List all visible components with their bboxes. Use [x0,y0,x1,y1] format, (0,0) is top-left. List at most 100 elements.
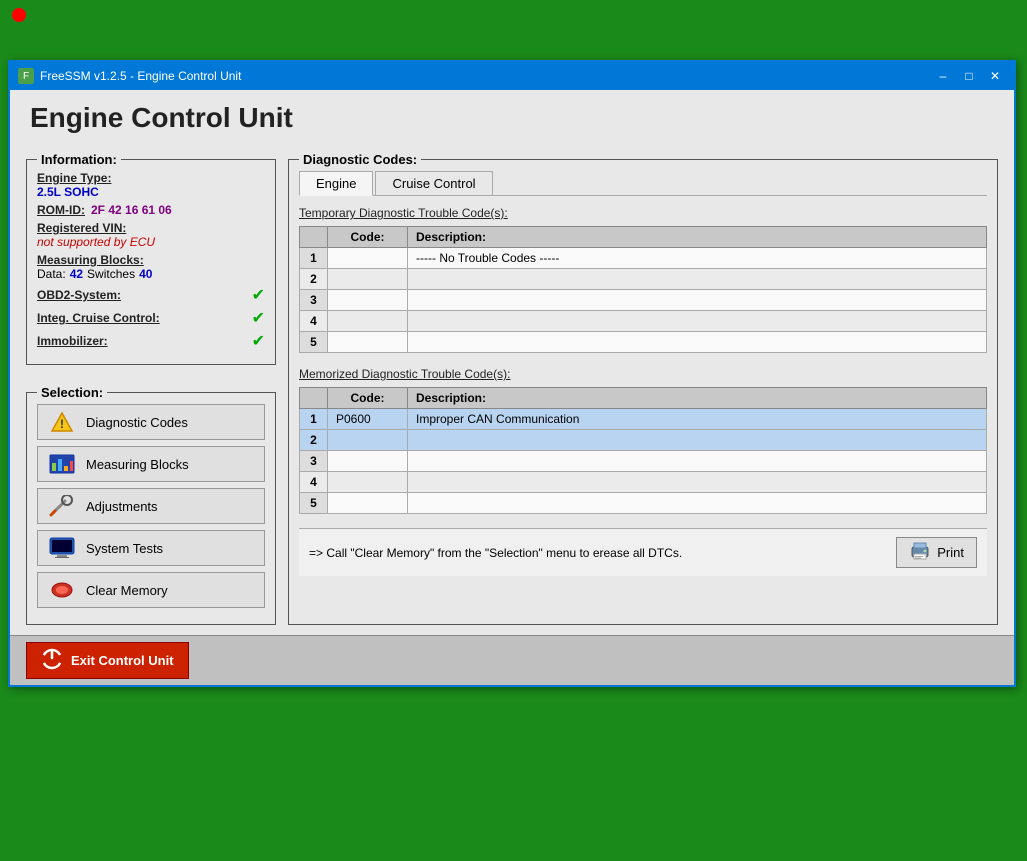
row-num: 4 [300,311,328,332]
title-bar: F FreeSSM v1.2.5 - Engine Control Unit –… [10,62,1014,90]
memorized-label: Memorized Diagnostic Trouble Code(s): [299,367,987,381]
row-num: 2 [300,430,328,451]
main-content: Information: Engine Type: 2.5L SOHC ROM-… [10,142,1014,635]
row-description [408,290,987,311]
measuring-blocks-label: Measuring Blocks: [37,253,265,267]
print-label: Print [937,545,964,560]
row-num: 1 [300,409,328,430]
row-num: 3 [300,451,328,472]
left-panel: Information: Engine Type: 2.5L SOHC ROM-… [26,152,276,625]
temp-col-row [300,227,328,248]
engine-type-label: Engine Type: [37,171,265,185]
obd2-check-icon: ✔ [252,285,265,305]
engine-type-row: Engine Type: 2.5L SOHC [37,171,265,199]
row-code [328,290,408,311]
title-bar-left: F FreeSSM v1.2.5 - Engine Control Unit [18,68,241,84]
window-title: FreeSSM v1.2.5 - Engine Control Unit [40,69,241,83]
temp-col-description: Description: [408,227,987,248]
eraser-icon [48,579,76,601]
table-row: 2 [300,269,987,290]
information-box: Information: Engine Type: 2.5L SOHC ROM-… [26,152,276,365]
temp-col-code: Code: [328,227,408,248]
clear-memory-button[interactable]: Clear Memory [37,572,265,608]
registered-vin-row: Registered VIN: not supported by ECU [37,221,265,249]
row-code [328,493,408,514]
adjustments-label: Adjustments [86,499,158,514]
row-code [328,430,408,451]
immobilizer-check-icon: ✔ [252,331,265,351]
immobilizer-label: Immobilizer: [37,334,108,348]
row-description [408,493,987,514]
information-legend: Information: [37,152,121,167]
page-title: Engine Control Unit [10,90,1014,142]
selection-legend: Selection: [37,385,107,400]
warning-icon: ! [48,411,76,433]
table-row: 3 [300,290,987,311]
status-bar: => Call "Clear Memory" from the "Selecti… [299,528,987,576]
row-code [328,248,408,269]
immobilizer-row: Immobilizer: ✔ [37,331,265,351]
mem-col-code: Code: [328,388,408,409]
table-row: 5 [300,493,987,514]
measuring-data-label: Data: [37,267,66,281]
title-bar-controls: – □ ✕ [932,67,1006,85]
mem-col-description: Description: [408,388,987,409]
svg-text:!: ! [60,417,64,431]
adjustments-button[interactable]: Adjustments [37,488,265,524]
rom-id-row: ROM-ID: 2F 42 16 61 06 [37,203,265,217]
measuring-switches-value: 40 [139,267,152,281]
engine-type-value: 2.5L SOHC [37,185,265,199]
main-window: F FreeSSM v1.2.5 - Engine Control Unit –… [8,60,1016,687]
diagnostic-tabs: Engine Cruise Control [299,171,987,196]
printer-icon [909,542,931,563]
minimize-button[interactable]: – [932,67,954,85]
tab-engine[interactable]: Engine [299,171,373,196]
print-button[interactable]: Print [896,537,977,568]
table-row: 1 ----- No Trouble Codes ----- [300,248,987,269]
power-icon [41,648,63,673]
registered-vin-label: Registered VIN: [37,221,265,235]
row-description: Improper CAN Communication [408,409,987,430]
measuring-blocks-button[interactable]: Measuring Blocks [37,446,265,482]
obd2-label: OBD2-System: [37,288,121,302]
cruise-check-icon: ✔ [252,308,265,328]
row-description: ----- No Trouble Codes ----- [408,248,987,269]
measuring-data-row: Data: 42 Switches 40 [37,267,265,281]
row-description [408,269,987,290]
diagnostic-codes-button[interactable]: ! Diagnostic Codes [37,404,265,440]
system-tests-label: System Tests [86,541,163,556]
clear-memory-label: Clear Memory [86,583,168,598]
row-code [328,451,408,472]
exit-bar: Exit Control Unit [10,635,1014,685]
table-row: 5 [300,332,987,353]
table-row: 4 [300,311,987,332]
table-row: 2 [300,430,987,451]
row-code [328,332,408,353]
row-code [328,269,408,290]
maximize-button[interactable]: □ [958,67,980,85]
close-button[interactable]: ✕ [984,67,1006,85]
rom-id-label: ROM-ID: [37,203,85,217]
memorized-dtc-table: Code: Description: 1 P0600 Improper CAN … [299,387,987,514]
row-description [408,311,987,332]
table-row: 4 [300,472,987,493]
row-code: P0600 [328,409,408,430]
tab-cruise-control[interactable]: Cruise Control [375,171,492,195]
row-description [408,332,987,353]
cruise-label: Integ. Cruise Control: [37,311,160,325]
row-description [408,430,987,451]
exit-button[interactable]: Exit Control Unit [26,642,189,679]
row-num: 5 [300,493,328,514]
selection-box: Selection: ! Diagnostic Codes [26,385,276,625]
row-num: 2 [300,269,328,290]
diagnostic-legend: Diagnostic Codes: [299,152,421,167]
row-description [408,451,987,472]
rom-id-value: 2F 42 16 61 06 [91,203,172,217]
row-code [328,311,408,332]
status-message: => Call "Clear Memory" from the "Selecti… [309,546,682,560]
app-icon: F [18,68,34,84]
measuring-data-value: 42 [70,267,83,281]
measuring-blocks-row: Measuring Blocks: Data: 42 Switches 40 [37,253,265,281]
row-num: 4 [300,472,328,493]
system-tests-button[interactable]: System Tests [37,530,265,566]
